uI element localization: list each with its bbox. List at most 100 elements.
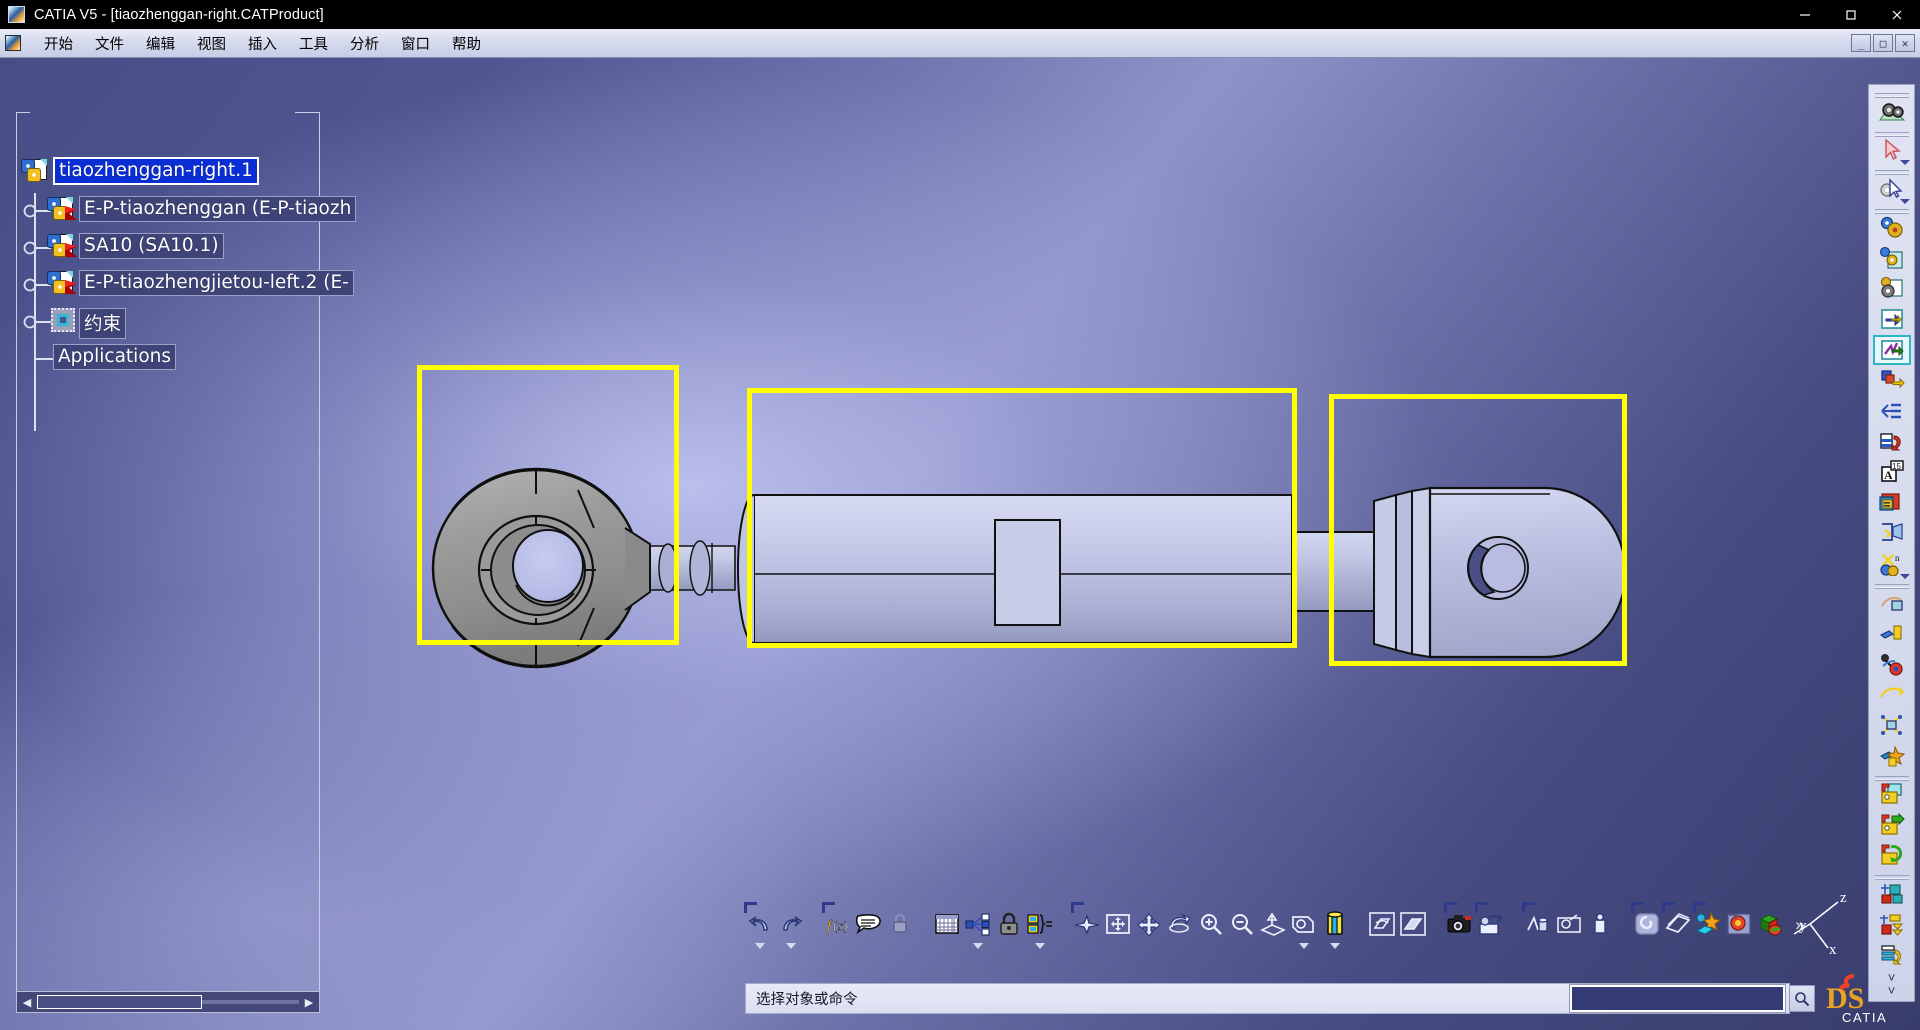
capture-camera-icon[interactable] bbox=[1444, 902, 1475, 944]
named-views-icon[interactable] bbox=[1289, 904, 1319, 949]
render-style-icon[interactable] bbox=[1320, 904, 1350, 949]
photo-studio-icon[interactable] bbox=[1725, 904, 1755, 944]
enhanced-scene-icon[interactable] bbox=[1631, 902, 1662, 944]
catia-document-icon[interactable] bbox=[5, 35, 21, 51]
zoom-out-icon[interactable] bbox=[1227, 904, 1257, 944]
apply-material-icon[interactable] bbox=[1693, 902, 1724, 944]
formula-fx-icon[interactable]: f (x) bbox=[822, 902, 853, 944]
scroll-left-icon[interactable]: ◀ bbox=[17, 992, 37, 1012]
menu-item-help[interactable]: 帮助 bbox=[441, 30, 492, 57]
tree-horizontal-scrollbar[interactable]: ◀ ▶ bbox=[16, 991, 320, 1013]
tree-node-label-applications[interactable]: Applications bbox=[53, 344, 177, 370]
menu-item-file[interactable]: 文件 bbox=[84, 30, 135, 57]
comment-icon[interactable] bbox=[854, 904, 884, 944]
generate-numbering-icon[interactable] bbox=[1873, 427, 1911, 457]
toolbar-grip[interactable] bbox=[822, 902, 835, 913]
expand-toggle-icon[interactable] bbox=[23, 204, 37, 218]
tree-node-part-2[interactable]: SA10 (SA10.1) bbox=[17, 230, 321, 267]
redo-icon[interactable] bbox=[776, 904, 806, 949]
swap-visible-space-icon[interactable] bbox=[1398, 904, 1428, 944]
constraint-create-icon[interactable] bbox=[1873, 879, 1911, 909]
insert-component-icon[interactable] bbox=[1873, 304, 1911, 334]
menu-item-analyze[interactable]: 分析 bbox=[339, 30, 390, 57]
tree-node-label-part-2[interactable]: SA10 (SA10.1) bbox=[79, 233, 224, 259]
sectioning-icon[interactable] bbox=[1522, 902, 1553, 944]
toolbar-grip[interactable] bbox=[1631, 902, 1644, 913]
tree-node-label-part-1[interactable]: E-P-tiaozhenggan (E-P-tiaozh bbox=[79, 196, 357, 222]
toolbar-grip[interactable] bbox=[1475, 902, 1488, 913]
move-collision-icon[interactable] bbox=[1873, 710, 1911, 740]
scene-new-icon[interactable] bbox=[1873, 779, 1911, 809]
toolbar-grip[interactable] bbox=[1662, 902, 1675, 913]
chevron-down-icon[interactable] bbox=[1899, 573, 1910, 579]
mdi-minimize-button[interactable]: _ bbox=[1851, 34, 1871, 52]
chevron-down-icon[interactable] bbox=[973, 943, 983, 949]
expand-toggle-icon[interactable] bbox=[23, 278, 37, 292]
power-input-search-icon[interactable] bbox=[1789, 985, 1815, 1012]
specification-tree[interactable]: tiaozhenggan-right.1 E-P-tiaozhenggan (E… bbox=[17, 153, 357, 431]
toolbar-grip[interactable] bbox=[1071, 902, 1084, 913]
fit-all-in-icon[interactable] bbox=[1103, 904, 1133, 944]
menu-item-window[interactable]: 窗口 bbox=[390, 30, 441, 57]
chevron-down-icon[interactable] bbox=[1899, 198, 1910, 204]
tree-node-label-constraints[interactable]: 约束 bbox=[79, 308, 127, 339]
two-gears-icon[interactable] bbox=[1873, 212, 1911, 242]
normal-view-icon[interactable] bbox=[1258, 904, 1288, 944]
measure-between-icon[interactable] bbox=[1554, 904, 1584, 944]
tree-node-root[interactable]: tiaozhenggan-right.1 bbox=[17, 153, 321, 193]
tree-node-part-3[interactable]: E-P-tiaozhengjietou-left.2 (E- bbox=[17, 267, 354, 304]
chevron-down-icon[interactable] bbox=[786, 943, 796, 949]
menu-item-insert[interactable]: 插入 bbox=[237, 30, 288, 57]
menu-item-start[interactable]: 开始 bbox=[33, 30, 84, 57]
gear-new-part-icon[interactable] bbox=[1873, 243, 1911, 273]
scroll-right-icon[interactable]: ▶ bbox=[299, 992, 319, 1012]
menu-item-view[interactable]: 视图 bbox=[186, 30, 237, 57]
snap-icon[interactable] bbox=[1873, 618, 1911, 648]
minimize-icon[interactable] bbox=[1782, 0, 1828, 29]
knowledge-network-icon[interactable] bbox=[963, 904, 993, 949]
stop-manipulate-icon[interactable] bbox=[1873, 680, 1911, 710]
mdi-restore-button[interactable]: □ bbox=[1873, 34, 1893, 52]
equation-set-icon[interactable] bbox=[1025, 904, 1055, 949]
tree-node-constraints[interactable]: 约束 bbox=[17, 304, 321, 341]
measure-item-icon[interactable] bbox=[1585, 904, 1615, 944]
toolbar-grip[interactable] bbox=[1444, 902, 1457, 913]
insert-component-selected-icon[interactable] bbox=[1872, 334, 1911, 365]
chevron-down-icon[interactable] bbox=[1299, 943, 1309, 949]
toolbar-grip[interactable] bbox=[744, 902, 757, 913]
scene-update-icon[interactable] bbox=[1873, 841, 1911, 871]
select-component-icon[interactable] bbox=[1873, 174, 1911, 204]
manage-representations-icon[interactable] bbox=[1873, 488, 1911, 518]
tree-node-label-part-3[interactable]: E-P-tiaozhengjietou-left.2 (E- bbox=[79, 270, 354, 296]
assembly-features-group-icon[interactable]: n bbox=[1873, 549, 1911, 579]
scrollbar-thumb[interactable] bbox=[37, 995, 203, 1009]
mdi-close-button[interactable]: ✕ bbox=[1895, 34, 1915, 52]
lock-knowledge-icon[interactable] bbox=[994, 904, 1024, 944]
scene-apply-icon[interactable] bbox=[1873, 810, 1911, 840]
close-icon[interactable] bbox=[1874, 0, 1920, 29]
hide-show-icon[interactable] bbox=[1367, 904, 1397, 944]
graph-tree-reorder-icon[interactable] bbox=[1873, 396, 1911, 426]
gears-on-plane-icon[interactable] bbox=[1873, 97, 1911, 127]
menu-item-edit[interactable]: 编辑 bbox=[135, 30, 186, 57]
undo-icon[interactable] bbox=[744, 902, 775, 949]
manipulation-icon[interactable] bbox=[1873, 588, 1911, 618]
menu-item-tools[interactable]: 工具 bbox=[288, 30, 339, 57]
chevron-down-icon[interactable] bbox=[1899, 160, 1910, 165]
select-arrow-icon[interactable] bbox=[1873, 135, 1911, 165]
fly-mode-icon[interactable] bbox=[1071, 902, 1102, 944]
rotate-icon[interactable] bbox=[1165, 904, 1195, 944]
catalog-browser-icon[interactable] bbox=[1662, 902, 1693, 944]
tree-node-label-root[interactable]: tiaozhenggan-right.1 bbox=[53, 157, 259, 185]
maximize-icon[interactable] bbox=[1828, 0, 1874, 29]
design-table-icon[interactable] bbox=[932, 904, 962, 944]
scrollbar-track[interactable] bbox=[37, 995, 299, 1009]
replace-component-icon[interactable] bbox=[1873, 366, 1911, 396]
assembly-feature-split-icon[interactable] bbox=[1873, 741, 1911, 771]
zoom-in-icon[interactable] bbox=[1196, 904, 1226, 944]
reorder-tree-icon[interactable] bbox=[1873, 940, 1911, 970]
expand-toggle-icon[interactable] bbox=[23, 241, 37, 255]
constraint-flexible-icon[interactable] bbox=[1873, 910, 1911, 940]
albums-icon[interactable] bbox=[1475, 902, 1506, 944]
tree-node-part-1[interactable]: E-P-tiaozhenggan (E-P-tiaozh bbox=[17, 193, 357, 230]
